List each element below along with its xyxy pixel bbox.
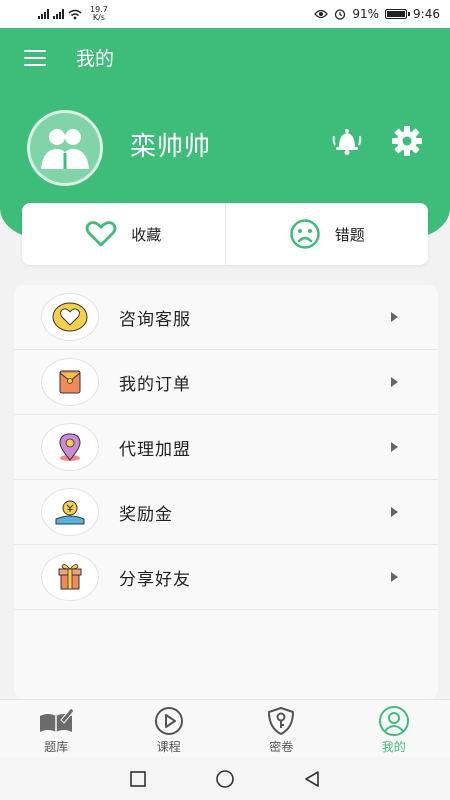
location-pin-icon bbox=[41, 423, 99, 471]
book-pen-icon bbox=[40, 707, 75, 732]
tab-label: 题库 bbox=[44, 740, 69, 754]
user-avatar-icon bbox=[41, 129, 89, 169]
menu-item-label: 奖励金 bbox=[119, 504, 173, 525]
tab-courses[interactable]: 课程 bbox=[113, 700, 226, 757]
status-right: 91% 9:46 bbox=[314, 7, 440, 21]
back-icon[interactable] bbox=[303, 770, 321, 788]
tab-label: 我的 bbox=[381, 740, 406, 754]
menu-item-label: 代理加盟 bbox=[119, 439, 191, 460]
sad-face-icon bbox=[289, 219, 320, 249]
envelope-icon bbox=[41, 358, 99, 406]
clock: 9:46 bbox=[413, 7, 440, 21]
hamburger-menu-icon[interactable] bbox=[24, 50, 46, 66]
favorites-label: 收藏 bbox=[131, 225, 162, 244]
menu-item-agent-join[interactable]: 代理加盟 bbox=[14, 415, 438, 480]
menu-item-label: 分享好友 bbox=[119, 569, 191, 590]
shield-key-icon bbox=[268, 707, 295, 735]
heart-icon bbox=[85, 221, 117, 247]
menu-item-label: 我的订单 bbox=[119, 374, 191, 395]
bottom-tab-bar: 题库 课程 密卷 我的 bbox=[0, 699, 450, 757]
recent-apps-icon[interactable] bbox=[129, 770, 147, 788]
home-icon[interactable] bbox=[215, 769, 235, 789]
avatar[interactable] bbox=[27, 110, 103, 186]
battery-text: 91% bbox=[352, 7, 380, 21]
menu-item-reward[interactable]: 奖励金 bbox=[14, 480, 438, 545]
menu-item-share-friends[interactable]: 分享好友 bbox=[14, 545, 438, 610]
reward-money-icon bbox=[41, 488, 99, 536]
gift-icon bbox=[41, 553, 99, 601]
quick-actions-card: 收藏 错题 bbox=[22, 203, 428, 265]
tab-mine[interactable]: 我的 bbox=[338, 700, 450, 757]
chevron-right-icon bbox=[391, 507, 398, 517]
network-speed: 19.7 K/s bbox=[90, 5, 108, 22]
eye-icon bbox=[314, 9, 329, 19]
status-bar: 19.7 K/s 91% 9:46 bbox=[0, 0, 450, 28]
alarm-icon bbox=[335, 9, 346, 20]
system-navigation-bar bbox=[0, 757, 450, 800]
chevron-right-icon bbox=[391, 572, 398, 582]
signal-icon-2 bbox=[53, 9, 64, 19]
username: 栾帅帅 bbox=[130, 132, 212, 162]
battery-icon bbox=[385, 9, 411, 19]
menu-item-label: 咨询客服 bbox=[119, 309, 191, 330]
tab-label: 课程 bbox=[156, 740, 181, 754]
chevron-right-icon bbox=[391, 377, 398, 387]
heart-badge-icon bbox=[41, 293, 99, 341]
menu-item-my-orders[interactable]: 我的订单 bbox=[14, 350, 438, 415]
chevron-right-icon bbox=[391, 312, 398, 322]
menu-item-customer-service[interactable]: 咨询客服 bbox=[14, 285, 438, 350]
play-circle-icon bbox=[154, 707, 183, 735]
chevron-right-icon bbox=[391, 442, 398, 452]
tab-label: 密卷 bbox=[269, 740, 294, 754]
bell-icon[interactable] bbox=[330, 126, 364, 156]
wrong-questions-label: 错题 bbox=[334, 225, 365, 244]
settings-gear-icon[interactable] bbox=[390, 124, 424, 158]
page-title: 我的 bbox=[76, 48, 115, 70]
wrong-questions-button[interactable]: 错题 bbox=[226, 203, 429, 265]
status-left: 19.7 K/s bbox=[38, 6, 108, 22]
tab-question-bank[interactable]: 题库 bbox=[0, 700, 113, 757]
wifi-icon bbox=[68, 9, 82, 19]
user-circle-icon bbox=[378, 706, 409, 736]
favorites-button[interactable]: 收藏 bbox=[22, 203, 225, 265]
tab-secret-papers[interactable]: 密卷 bbox=[225, 700, 338, 757]
signal-icon bbox=[38, 9, 49, 19]
menu-list: 咨询客服 我的订单 代理加盟 奖励金 分享好友 bbox=[14, 285, 438, 699]
